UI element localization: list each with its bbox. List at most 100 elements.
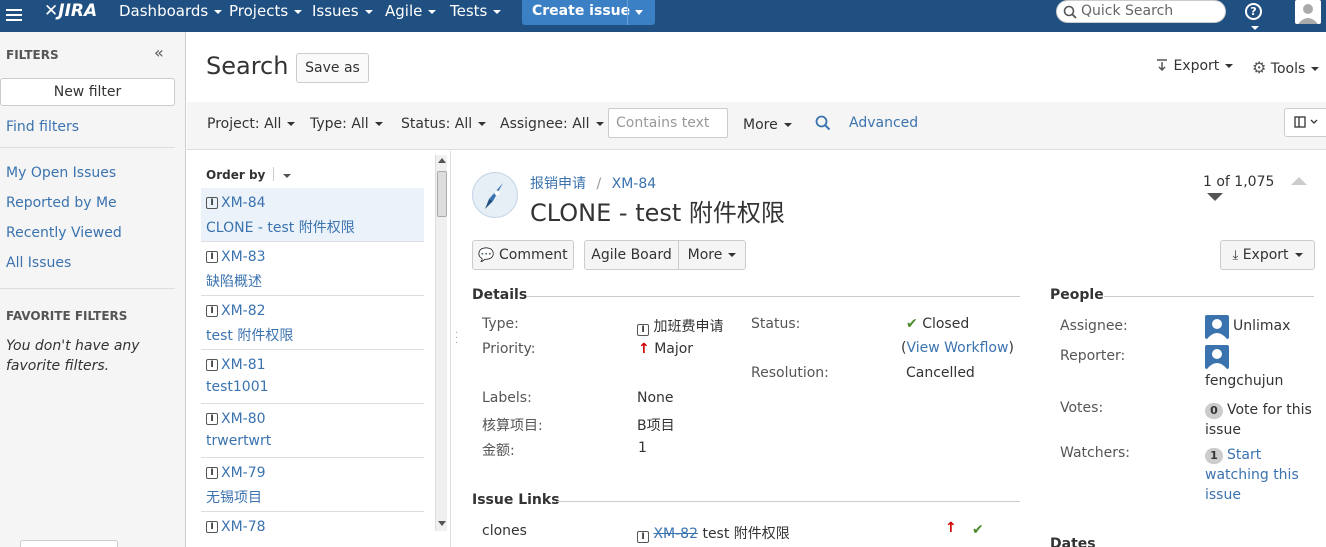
issue-key[interactable]: XM-81 <box>221 357 266 373</box>
advanced-search-link[interactable]: Advanced <box>849 115 918 131</box>
chevron-down-icon[interactable] <box>277 168 291 182</box>
next-issue-icon[interactable] <box>1207 193 1223 201</box>
issue-summary[interactable]: test 附件权限 <box>206 325 293 345</box>
status-text: Closed <box>922 316 970 332</box>
resize-handle[interactable]: · · · <box>455 329 458 349</box>
issue-key[interactable]: XM-82 <box>221 303 266 319</box>
quick-search-input[interactable]: Quick Search <box>1056 0 1226 23</box>
issue-summary[interactable]: test1001 <box>206 379 269 395</box>
dates-heading: Dates <box>1050 536 1096 547</box>
nav-agile[interactable]: Agile <box>385 2 436 20</box>
issue-list-item[interactable]: I XM-83 缺陷概述 <box>201 242 424 296</box>
status-label: Status: <box>751 316 801 332</box>
contains-text-input[interactable]: Contains text <box>608 108 728 138</box>
pager-text: 1 of 1,075 <box>1203 174 1275 190</box>
issue-list-item[interactable]: I XM-84 CLONE - test 附件权限 <box>201 188 424 242</box>
divider <box>0 288 175 289</box>
people-heading: People <box>1050 287 1104 303</box>
tools-menu-button[interactable]: ⚙ Tools <box>1252 58 1319 77</box>
issue-summary[interactable]: 缺陷概述 <box>206 271 262 291</box>
issue-list-item[interactable]: I XM-79 无锡项目 <box>201 458 424 512</box>
sidebar-bottom-button[interactable] <box>20 540 118 547</box>
issue-list-item[interactable]: I XM-78 <box>201 512 424 547</box>
order-by-button[interactable]: Order by <box>206 167 291 182</box>
comment-button[interactable]: 💬 Comment <box>472 240 574 270</box>
assignee-filter[interactable]: Assignee: All <box>500 116 604 132</box>
breadcrumb-issue-key[interactable]: XM-84 <box>612 176 657 192</box>
search-filter-bar: Project: All Type: All Status: All Assig… <box>187 102 1326 150</box>
accounting-project-value: B项目 <box>637 418 675 434</box>
accounting-project-label: 核算项目: <box>482 418 543 434</box>
help-button[interactable]: ? <box>1245 3 1275 25</box>
sidebar-item-reported-by-me[interactable]: Reported by Me <box>6 195 117 211</box>
amount-label: 金额: <box>482 443 515 459</box>
scroll-up-icon[interactable] <box>438 158 446 163</box>
type-text: 加班费申请 <box>653 319 724 335</box>
issue-key[interactable]: XM-83 <box>221 249 266 265</box>
nav-dashboards[interactable]: Dashboards <box>119 2 222 20</box>
resolution-label: Resolution: <box>751 365 829 381</box>
issue-export-button[interactable]: ⤓ Export <box>1220 240 1315 270</box>
chevron-down-icon[interactable] <box>635 10 643 15</box>
more-actions-button[interactable]: More <box>678 240 746 270</box>
scroll-thumb[interactable] <box>437 171 447 217</box>
more-criteria-button[interactable]: More <box>743 117 792 133</box>
search-button[interactable] <box>815 115 831 135</box>
menu-icon[interactable] <box>6 4 24 26</box>
status-filter[interactable]: Status: All <box>401 116 486 132</box>
priority-major-icon: ↑ <box>638 341 650 357</box>
issue-key[interactable]: XM-80 <box>221 411 266 427</box>
divider <box>627 0 628 25</box>
issue-key[interactable]: XM-78 <box>221 519 266 535</box>
issue-summary[interactable]: CLONE - test 附件权限 <box>206 217 355 237</box>
link-relation: clones <box>482 523 527 539</box>
new-filter-button[interactable]: New filter <box>0 78 175 106</box>
linked-issue-summary[interactable]: test 附件权限 <box>702 526 789 542</box>
save-as-button[interactable]: Save as <box>296 53 369 83</box>
find-filters-link[interactable]: Find filters <box>6 119 79 135</box>
user-avatar[interactable] <box>1295 0 1321 24</box>
issue-type-icon: I <box>637 531 649 543</box>
reporter-name[interactable]: fengchujun <box>1205 373 1283 389</box>
create-issue-button[interactable]: Create issue <box>522 0 655 25</box>
sidebar-item-my-open-issues[interactable]: My Open Issues <box>6 165 116 181</box>
issue-summary[interactable]: trwertwrt <box>206 433 271 449</box>
nav-projects[interactable]: Projects <box>229 2 302 20</box>
project-avatar <box>472 172 518 218</box>
nav-tests[interactable]: Tests <box>450 2 501 20</box>
breadcrumb-project[interactable]: 报销申请 <box>530 176 586 192</box>
agile-board-button[interactable]: Agile Board <box>584 240 679 270</box>
issue-list-panel: Order by I XM-84 CLONE - test 附件权限 I XM-83 缺陷… <box>187 151 458 547</box>
jira-logo[interactable]: ✕JIRA <box>44 1 97 21</box>
priority-label: Priority: <box>482 341 536 357</box>
gear-icon: ⚙ <box>1252 58 1267 77</box>
view-workflow-link[interactable]: View Workflow <box>906 340 1008 356</box>
nav-issues[interactable]: Issues <box>312 2 373 20</box>
resolution-value: Cancelled <box>906 365 975 381</box>
issue-key[interactable]: XM-79 <box>221 465 266 481</box>
issue-summary[interactable]: 无锡项目 <box>206 487 262 507</box>
assignee-name[interactable]: Unlimax <box>1233 318 1290 334</box>
issue-list-scrollbar[interactable] <box>435 155 447 531</box>
labels-value: None <box>637 390 674 406</box>
issue-list-item[interactable]: I XM-80 trwertwrt <box>201 404 424 458</box>
scroll-down-icon[interactable] <box>438 521 446 526</box>
sidebar-item-recently-viewed[interactable]: Recently Viewed <box>6 225 122 241</box>
previous-issue-icon[interactable] <box>1290 177 1307 185</box>
project-filter[interactable]: Project: All <box>207 116 295 132</box>
details-heading: Details <box>472 287 528 303</box>
linked-issue-key[interactable]: XM-82 <box>653 526 698 542</box>
issue-key[interactable]: XM-84 <box>221 195 266 211</box>
issue-type-icon: I <box>206 413 218 425</box>
export-menu-button[interactable]: Export <box>1155 58 1233 74</box>
issue-list-item[interactable]: I XM-82 test 附件权限 <box>201 296 424 350</box>
issue-list-item[interactable]: I XM-81 test1001 <box>201 350 424 404</box>
collapse-sidebar-icon[interactable]: « <box>154 43 164 62</box>
type-filter[interactable]: Type: All <box>310 116 383 132</box>
favorite-filters-empty-text: You don't have any favorite filters. <box>6 338 140 374</box>
type-value: I 加班费申请 <box>637 316 723 336</box>
sidebar-item-all-issues[interactable]: All Issues <box>6 255 71 271</box>
layout-switcher-button[interactable] <box>1284 108 1326 137</box>
export-icon <box>1157 59 1167 72</box>
help-icon: ? <box>1245 3 1262 20</box>
